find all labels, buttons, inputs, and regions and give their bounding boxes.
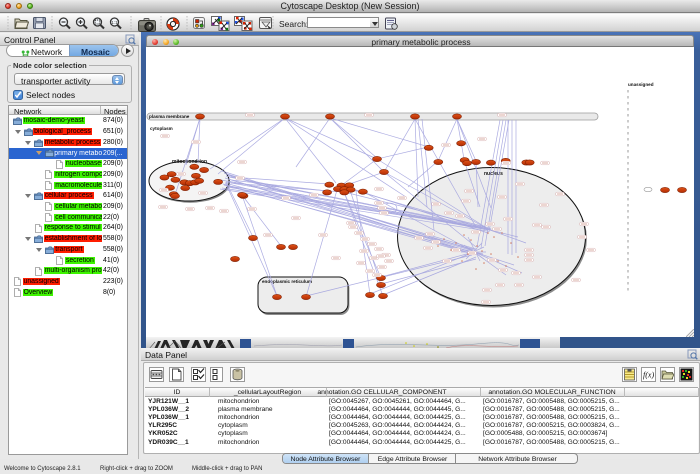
svg-text:cytoplasm: cytoplasm	[150, 126, 173, 131]
svg-text:mitochondrion: mitochondrion	[172, 159, 207, 165]
svg-text:f(x): f(x)	[643, 371, 654, 380]
svg-text:1:1: 1:1	[111, 20, 118, 25]
svg-text:plasma membrane: plasma membrane	[149, 114, 190, 119]
svg-text:unassigned: unassigned	[628, 82, 654, 87]
